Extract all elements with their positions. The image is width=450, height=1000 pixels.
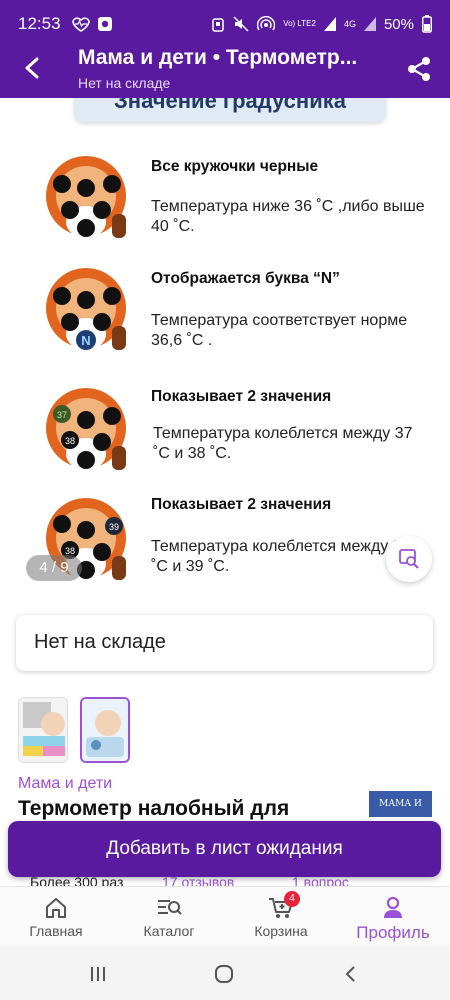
status-right: Vo) LTE2 4G 50%: [211, 15, 432, 33]
slide-row-3: 37 38 Показывает 2 значения Температура …: [0, 378, 450, 488]
mute-icon: [233, 16, 249, 32]
product-image-gallery[interactable]: Значение градусника Все кружочки черные …: [0, 98, 450, 598]
home-circle-icon: [215, 965, 233, 983]
battery-percent: 50%: [383, 15, 414, 33]
row-heading: Все кружочки черные: [151, 158, 319, 175]
brand-link[interactable]: Мама и дети: [18, 775, 112, 793]
face-label-a: 37: [57, 410, 67, 420]
row-heading: Отображается буква “N”: [151, 270, 340, 287]
thumbnail-image: [82, 699, 128, 761]
battery-icon: [422, 15, 432, 33]
face-label-a: 39: [109, 522, 119, 532]
stock-status-text: Нет на складе: [34, 631, 166, 653]
tab-label: Профиль: [356, 923, 430, 942]
recent-apps-button[interactable]: [83, 962, 113, 986]
stock-status-card: Нет на складе: [16, 615, 433, 671]
lion-thermometer-icon: 37 38: [46, 388, 126, 470]
system-navigation-bar: [0, 946, 450, 1000]
network-label: Vo) LTE2: [283, 19, 316, 28]
row-description: Температура колеблется между 37 ˚С и 38 …: [153, 425, 413, 462]
app-notification-icon: [97, 17, 112, 31]
row-description: Температура ниже 36 ˚С ,либо выше 40 ˚С.: [151, 198, 425, 235]
cart-count-badge: 4: [284, 891, 300, 907]
system-back-icon: [345, 966, 355, 982]
tab-label: Корзина: [254, 923, 308, 939]
thumbnail-image: [19, 698, 67, 762]
back-button[interactable]: [16, 52, 48, 84]
tab-label: Каталог: [143, 923, 195, 939]
brand-logo[interactable]: МАМА И ДЕТИ: [369, 791, 432, 835]
app-bar: Мама и дети • Термометр... Нет на складе: [0, 46, 450, 98]
signal-icon-2: [363, 17, 376, 31]
page-title: Мама и дети • Термометр...: [78, 46, 358, 69]
lion-thermometer-icon: N: [46, 268, 126, 350]
recent-apps-icon: [91, 967, 105, 981]
thumbnail-2-selected[interactable]: [80, 697, 130, 763]
page-subtitle: Нет на складе: [78, 75, 171, 91]
image-search-button[interactable]: [386, 536, 432, 582]
row-heading: Показывает 2 значения: [151, 388, 332, 405]
share-button[interactable]: [402, 52, 436, 86]
status-bar: 12:53 Vo) LTE2 4G 50%: [0, 0, 450, 48]
row-description: Температура соответствует норме 36,6 ˚С …: [151, 312, 408, 349]
face-label-b: 38: [65, 436, 75, 446]
back-arrow-icon: [25, 57, 39, 79]
slide-row-1: Все кружочки черные Температура ниже 36 …: [0, 146, 450, 256]
lion-thermometer-icon: [46, 156, 126, 238]
network-gen-label: 4G: [343, 19, 356, 29]
slide-row-4: 39 38 Показывает 2 значения Температура …: [0, 488, 450, 598]
image-pager-indicator: 4 / 9: [26, 555, 82, 581]
home-icon: [46, 898, 66, 918]
add-to-waitlist-button[interactable]: Добавить в лист ожидания: [8, 821, 441, 877]
slide-banner: Значение градусника: [74, 98, 386, 122]
tab-profile[interactable]: Профиль: [338, 893, 448, 943]
catalog-search-icon: [158, 900, 182, 915]
tab-label: Главная: [29, 923, 83, 939]
image-search-icon: [399, 549, 419, 569]
tab-catalog[interactable]: Каталог: [114, 893, 224, 939]
alarm-icon: [212, 18, 224, 32]
row-heading: Показывает 2 значения: [151, 496, 332, 513]
profile-icon: [384, 896, 402, 918]
bottom-tab-bar: Главная Каталог 4 Корзина Профиль: [0, 886, 450, 946]
face-label: N: [81, 333, 90, 348]
share-icon: [408, 57, 430, 81]
thumbnail-strip: [18, 697, 130, 763]
system-back-button[interactable]: [335, 962, 365, 986]
status-notification-icons: [71, 16, 113, 32]
signal-icon-1: [323, 17, 336, 31]
tab-home[interactable]: Главная: [1, 893, 111, 939]
slide-row-2: N Отображается буква “N” Температура соо…: [0, 258, 450, 368]
tab-cart[interactable]: 4 Корзина: [226, 891, 336, 939]
home-button[interactable]: [209, 962, 239, 986]
heart-rate-icon: [71, 17, 90, 32]
hotspot-icon: [257, 16, 276, 31]
status-time: 12:53: [18, 14, 61, 33]
product-title: Термометр налобный для: [18, 797, 290, 820]
thumbnail-1[interactable]: [18, 697, 68, 763]
